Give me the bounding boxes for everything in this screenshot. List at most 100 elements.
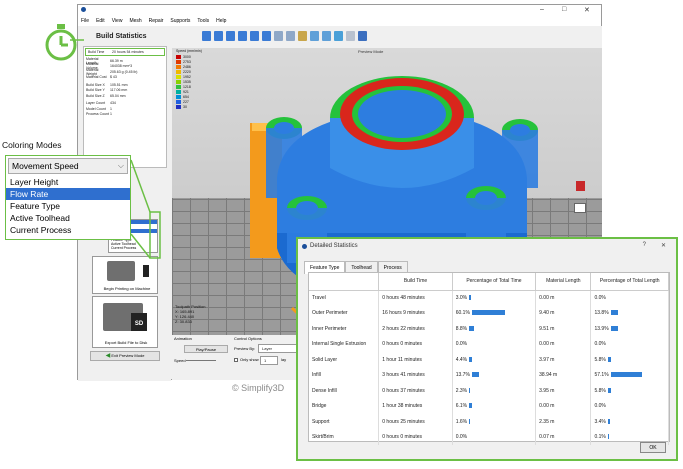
material-length-cell: 38.94 m bbox=[535, 367, 592, 383]
stat-value: 65.04 mm bbox=[110, 93, 126, 98]
play-pause-button[interactable]: Play/Pause bbox=[184, 345, 228, 353]
coloring-option[interactable]: Feature Type bbox=[6, 200, 130, 212]
perspective-icon[interactable] bbox=[286, 31, 295, 41]
exit-preview-label: Exit Preview Mode bbox=[111, 353, 145, 358]
build-time-cell-text: 2 hours 22 minutes bbox=[382, 325, 425, 332]
view-cube-icon[interactable] bbox=[262, 31, 271, 41]
pct-time-cell: 6.1% bbox=[452, 398, 537, 414]
menu-repair[interactable]: Repair bbox=[149, 18, 164, 24]
feature-name-cell: Inner Perimeter bbox=[309, 321, 380, 337]
begin-printing-button[interactable]: Begin Printing on Machine bbox=[92, 256, 158, 294]
axis-icon[interactable] bbox=[298, 31, 307, 41]
view-cube-icon[interactable] bbox=[238, 31, 247, 41]
pct-length-cell: 13.8% bbox=[590, 305, 669, 321]
legend-value: 30 bbox=[183, 104, 187, 109]
table-row: Infill 3 hours 41 minutes 13.7% 38.94 m 57.1… bbox=[309, 367, 669, 383]
minimize-button[interactable]: – bbox=[540, 6, 544, 13]
menu-edit[interactable]: Edit bbox=[96, 18, 105, 24]
preview-mode-label: Preview Mode bbox=[358, 49, 384, 54]
material-length-cell-text: 9.40 m bbox=[539, 310, 555, 317]
pct-length-bar bbox=[610, 310, 619, 316]
stat-row-build-time: Build Time 20 hours 54 minutes bbox=[85, 48, 165, 56]
pct-length-bar bbox=[607, 356, 612, 362]
stat-value: 164038 mm^3 bbox=[110, 64, 133, 69]
back-arrow-icon: ◀ bbox=[105, 353, 111, 359]
view-cube-icon[interactable] bbox=[250, 31, 259, 41]
material-length-cell: 3.97 m bbox=[535, 352, 592, 368]
slider-icon[interactable] bbox=[574, 203, 586, 213]
pct-time-cell-text: 3.0% bbox=[455, 295, 468, 301]
coloring-select[interactable]: Movement Speed ⌵ bbox=[8, 158, 128, 174]
only-show-checkbox[interactable] bbox=[234, 358, 238, 362]
menu-supports[interactable]: Supports bbox=[170, 18, 190, 24]
material-length-cell: 0.07 m bbox=[535, 429, 592, 445]
pct-length-cell: 5.8% bbox=[590, 383, 669, 399]
pct-time-bar bbox=[469, 295, 471, 301]
view-cube-icon[interactable] bbox=[214, 31, 223, 41]
pct-length-cell-text: 0.0% bbox=[594, 295, 606, 301]
coloring-option[interactable]: Active Toolhead bbox=[6, 212, 130, 224]
pct-time-cell-text: 0.0% bbox=[455, 434, 468, 441]
menu-view[interactable]: View bbox=[112, 18, 123, 24]
pct-length-bar bbox=[610, 325, 619, 331]
legend-value: 1535 bbox=[183, 79, 191, 84]
material-length-cell-text: 0.00 m bbox=[539, 403, 555, 410]
measure-icon[interactable] bbox=[346, 31, 355, 41]
help-button[interactable]: ? bbox=[643, 242, 646, 248]
pct-time-bar bbox=[469, 387, 471, 393]
maximize-button[interactable]: □ bbox=[562, 6, 566, 13]
menu-bar: File Edit View Mesh Repair Supports Tool… bbox=[78, 16, 601, 26]
close-button[interactable]: ✕ bbox=[584, 6, 590, 14]
legend-value: 1952 bbox=[183, 74, 191, 79]
stat-key: Build Size Y bbox=[86, 88, 105, 93]
speed-slider[interactable] bbox=[186, 360, 216, 361]
pct-length-cell: 0.0% bbox=[590, 398, 669, 414]
view-cube-icon[interactable] bbox=[274, 31, 283, 41]
coloring-option[interactable]: Current Process bbox=[6, 224, 130, 236]
view-cube-icon[interactable] bbox=[202, 31, 211, 41]
menu-help[interactable]: Help bbox=[216, 18, 226, 24]
cut-icon[interactable] bbox=[334, 31, 343, 41]
legend-value: 3000 bbox=[183, 54, 191, 59]
pct-time-cell-text: 4.4% bbox=[455, 356, 468, 363]
pct-length-cell-text: 57.1% bbox=[594, 372, 609, 379]
ok-button[interactable]: OK bbox=[640, 442, 666, 453]
build-time-cell-text: 0 hours 25 minutes bbox=[382, 418, 425, 425]
column-header: Material Length bbox=[535, 273, 592, 291]
stat-value: 1 bbox=[110, 106, 112, 111]
material-length-cell-text: 2.35 m bbox=[539, 418, 555, 425]
menu-mesh[interactable]: Mesh bbox=[129, 18, 141, 24]
material-length-cell-text: 9.51 m bbox=[539, 325, 555, 332]
pct-time-bar bbox=[469, 356, 472, 362]
table-row: Bridge 1 hour 38 minutes 6.1% 0.00 m 0.0% bbox=[309, 398, 669, 414]
feature-name-cell: Dense Infill bbox=[309, 383, 380, 399]
red-cube-icon[interactable] bbox=[576, 181, 585, 191]
only-show-input[interactable]: 1 bbox=[260, 356, 278, 365]
legend-value: 2220 bbox=[183, 69, 191, 74]
exit-preview-button[interactable]: ◀ Exit Preview Mode bbox=[90, 351, 160, 361]
table-row: Support 0 hours 25 minutes 1.6% 2.35 m 3.4% bbox=[309, 414, 669, 430]
pct-time-bar bbox=[471, 310, 505, 316]
view-cube-icon[interactable] bbox=[226, 31, 235, 41]
export-button[interactable]: SD Export Build File to Disk bbox=[92, 296, 158, 348]
coloring-option[interactable]: Flow Rate bbox=[6, 188, 130, 200]
pct-length-cell-text: 3.4% bbox=[594, 418, 606, 425]
stat-key: Layer Count bbox=[86, 101, 106, 106]
legend-value: 654 bbox=[183, 94, 189, 99]
menu-tools[interactable]: Tools bbox=[197, 18, 209, 24]
build-time-cell: 0 hours 25 minutes bbox=[378, 414, 453, 430]
feature-name-cell-text: Internal Single Extrusion bbox=[312, 341, 367, 348]
column-header: Percentage of Total Time bbox=[452, 273, 537, 291]
build-time-cell-text: 0 hours 0 minutes bbox=[382, 341, 422, 348]
table-row: Solid Layer 1 hour 11 minutes 4.4% 3.97 m 5.… bbox=[309, 352, 669, 368]
feature-name-cell: Solid Layer bbox=[309, 352, 380, 368]
pct-length-cell: 57.1% bbox=[590, 367, 669, 383]
mini-option[interactable]: Current Process bbox=[111, 246, 157, 250]
arrow-icon[interactable] bbox=[358, 31, 367, 41]
dialog-close-button[interactable]: ✕ bbox=[661, 242, 666, 249]
shade-icon[interactable] bbox=[322, 31, 331, 41]
usb-icon bbox=[143, 265, 149, 277]
grid-icon[interactable] bbox=[310, 31, 319, 41]
menu-file[interactable]: File bbox=[81, 18, 89, 24]
coloring-option[interactable]: Layer Height bbox=[6, 176, 130, 188]
